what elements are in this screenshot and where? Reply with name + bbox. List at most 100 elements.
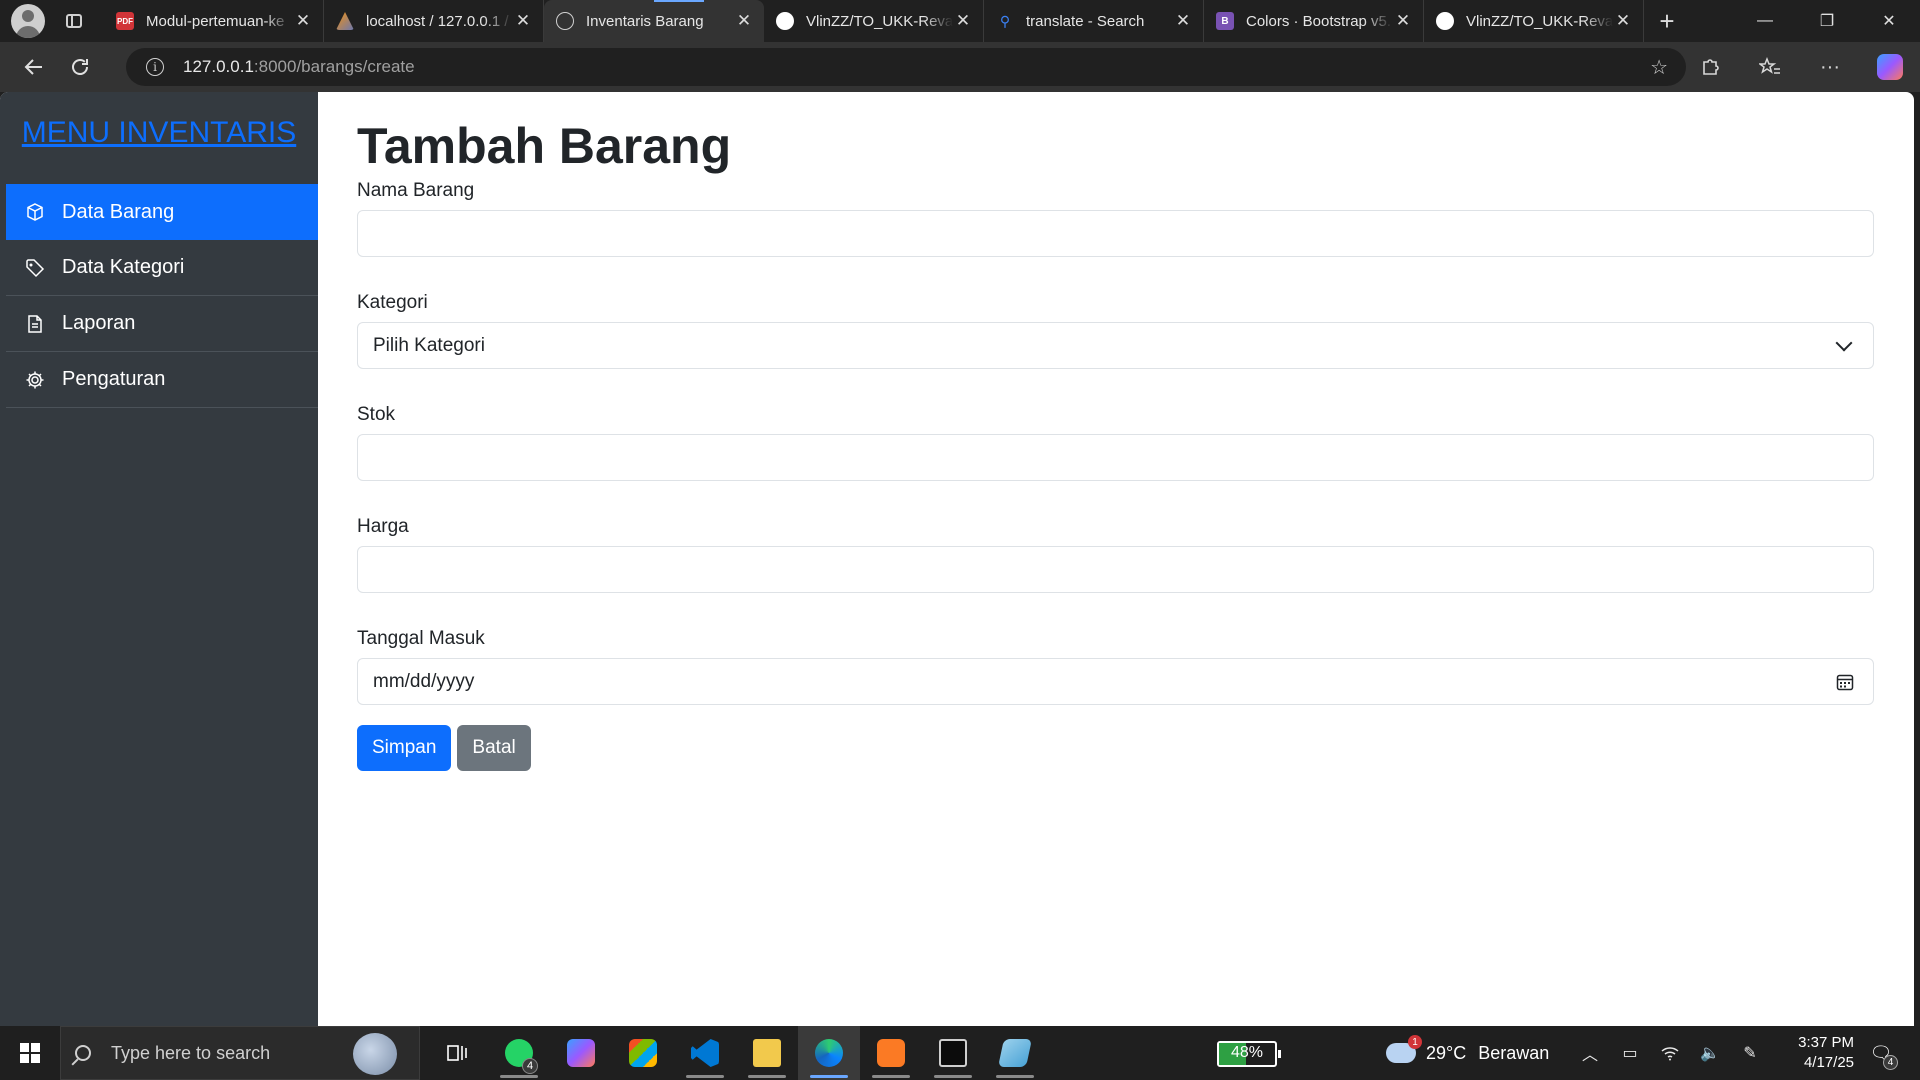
- pen-icon[interactable]: ✎: [1730, 1043, 1770, 1063]
- browser-tab[interactable]: localhost / 127.0.0.1 /✕: [324, 0, 544, 42]
- site-info-icon[interactable]: i: [146, 58, 164, 76]
- tanggal-masuk-label: Tanggal Masuk: [357, 628, 485, 649]
- browser-tab[interactable]: Inventaris Barang ✕: [544, 0, 764, 42]
- copilot-icon: [1877, 54, 1903, 80]
- vscode-taskbar-button[interactable]: [674, 1026, 736, 1080]
- sidebar-item-data-barang[interactable]: Data Barang: [6, 184, 318, 240]
- more-dots-icon: ···: [1820, 55, 1840, 78]
- taskbar-apps: 4: [426, 1026, 1046, 1080]
- wifi-icon[interactable]: [1650, 1045, 1690, 1061]
- save-button[interactable]: Simpan: [357, 725, 452, 771]
- weather-badge: 1: [1408, 1035, 1422, 1049]
- battery-tray-icon[interactable]: ▭: [1610, 1043, 1650, 1063]
- sidebar-item-label: Pengaturan: [62, 368, 166, 390]
- harga-input[interactable]: [357, 546, 1874, 593]
- edge-icon: [815, 1039, 843, 1067]
- phpmyadmin-icon: [336, 12, 354, 30]
- window-controls: — ❐ ✕: [1734, 0, 1920, 42]
- profile-avatar[interactable]: [11, 4, 45, 38]
- close-tab-icon[interactable]: ✕: [293, 11, 313, 31]
- windows-logo-icon: [20, 1043, 40, 1063]
- close-tab-icon[interactable]: ✕: [734, 11, 754, 31]
- globe-icon: [556, 12, 574, 30]
- sidebar-item-label: Laporan: [62, 312, 136, 334]
- vscode-icon: [691, 1039, 719, 1067]
- notes-taskbar-button[interactable]: [984, 1026, 1046, 1080]
- search-highlight-image: [353, 1033, 397, 1075]
- notification-center-button[interactable]: 🗨 4: [1866, 1038, 1898, 1070]
- tanggal-masuk-input[interactable]: mm/dd/yyyy: [357, 658, 1874, 705]
- reload-button[interactable]: [60, 47, 100, 87]
- close-window-button[interactable]: ✕: [1858, 0, 1920, 42]
- extensions-button[interactable]: [1680, 47, 1740, 87]
- tab-actions-button[interactable]: [58, 5, 90, 37]
- battery-indicator[interactable]: 48%: [1217, 1041, 1281, 1067]
- file-explorer-taskbar-button[interactable]: [736, 1026, 798, 1080]
- sidebar-item-label: Data Kategori: [62, 256, 185, 278]
- taskbar-clock[interactable]: 3:37 PM 4/17/25: [1774, 1033, 1854, 1073]
- taskbar-search-placeholder: Type here to search: [111, 1042, 271, 1063]
- puzzle-icon: [1703, 59, 1719, 75]
- sidebar-item-data-kategori[interactable]: Data Kategori: [6, 240, 318, 296]
- stok-group: Stok: [357, 404, 1874, 481]
- copilot-taskbar-button[interactable]: [550, 1026, 612, 1080]
- harga-group: Harga: [357, 516, 1874, 593]
- store-taskbar-button[interactable]: [612, 1026, 674, 1080]
- back-arrow-icon: [24, 59, 42, 75]
- browser-tab-title: VlinZZ/TO_UKK-Reval: [806, 12, 953, 30]
- copilot-app-icon: [567, 1039, 595, 1067]
- whatsapp-taskbar-button[interactable]: 4: [488, 1026, 550, 1080]
- minimize-button[interactable]: —: [1734, 0, 1796, 42]
- new-tab-button[interactable]: +: [1644, 0, 1690, 42]
- browser-tab-title: Colors · Bootstrap v5.: [1246, 12, 1392, 30]
- browser-tab[interactable]: ⚲ translate - Search ✕: [984, 0, 1204, 42]
- calendar-icon[interactable]: [1836, 673, 1854, 691]
- close-tab-icon[interactable]: ✕: [513, 11, 533, 31]
- sidebar-item-laporan[interactable]: Laporan: [6, 296, 318, 352]
- sidebar-item-label: Data Barang: [62, 200, 175, 223]
- cloud-icon: 1: [1386, 1035, 1422, 1063]
- close-tab-icon[interactable]: ✕: [953, 11, 973, 31]
- close-tab-icon[interactable]: ✕: [1393, 11, 1413, 31]
- sidebar-item-pengaturan[interactable]: Pengaturan: [6, 352, 318, 408]
- browser-tab[interactable]: B Colors · Bootstrap v5. ✕: [1204, 0, 1424, 42]
- notes-app-icon: [998, 1039, 1032, 1067]
- url-host: 127.0.0.1: [183, 57, 254, 76]
- store-icon: [629, 1039, 657, 1067]
- xampp-taskbar-button[interactable]: [860, 1026, 922, 1080]
- volume-icon[interactable]: 🔈: [1690, 1043, 1730, 1063]
- weather-widget[interactable]: 1 29°C Berawan: [1386, 1026, 1549, 1080]
- address-bar[interactable]: i 127.0.0.1:8000/barangs/create ☆: [126, 48, 1686, 86]
- sidebar-brand-link[interactable]: MENU INVENTARIS: [6, 92, 318, 184]
- browser-tab-title: translate - Search: [1026, 12, 1145, 30]
- browser-tab[interactable]: VlinZZ/TO_UKK-Reval ✕: [764, 0, 984, 42]
- close-tab-icon[interactable]: ✕: [1613, 11, 1633, 31]
- copilot-button[interactable]: [1860, 47, 1920, 87]
- more-menu-button[interactable]: ···: [1800, 47, 1860, 87]
- browser-tab[interactable]: PDF Modul-pertemuan-ke ✕: [104, 0, 324, 42]
- cancel-button[interactable]: Batal: [457, 725, 531, 771]
- task-view-icon: [447, 1045, 467, 1061]
- browser-tab-title: Modul-pertemuan-ke: [146, 12, 285, 30]
- system-tray: ︿ ▭ 🔈 ✎: [1570, 1026, 1770, 1080]
- kategori-select[interactable]: Pilih Kategori: [357, 322, 1874, 369]
- favorites-icon: [1759, 57, 1780, 74]
- close-tab-icon[interactable]: ✕: [1173, 11, 1193, 31]
- browser-tab[interactable]: VlinZZ/TO_UKK-Reval ✕: [1424, 0, 1644, 42]
- favorite-star-icon[interactable]: ☆: [1650, 55, 1668, 80]
- weather-desc: Berawan: [1478, 1042, 1550, 1063]
- stok-input[interactable]: [357, 434, 1874, 481]
- browser-tab-strip: PDF Modul-pertemuan-ke ✕ localhost / 127.0.…: [0, 0, 1920, 42]
- task-view-button[interactable]: [426, 1026, 488, 1080]
- back-button[interactable]: [14, 47, 54, 87]
- tray-overflow-chevron-icon[interactable]: ︿: [1570, 1041, 1610, 1065]
- pdf-icon: PDF: [116, 12, 134, 30]
- edge-taskbar-button[interactable]: [798, 1026, 860, 1080]
- url-text[interactable]: 127.0.0.1:8000/barangs/create: [183, 57, 415, 77]
- restore-button[interactable]: ❐: [1796, 0, 1858, 42]
- terminal-taskbar-button[interactable]: [922, 1026, 984, 1080]
- nama-barang-input[interactable]: [357, 210, 1874, 257]
- start-button[interactable]: [0, 1026, 60, 1080]
- favorites-button[interactable]: [1740, 47, 1800, 87]
- taskbar-search[interactable]: Type here to search: [60, 1026, 420, 1080]
